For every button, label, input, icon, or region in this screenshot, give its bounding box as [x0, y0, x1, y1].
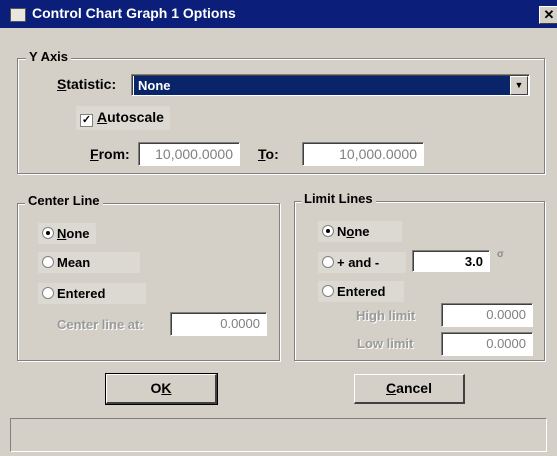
high-limit-field[interactable]: 0.0000 [441, 303, 533, 327]
statistic-label: Statistic: [57, 76, 117, 92]
cancel-button[interactable]: Cancel [354, 374, 465, 404]
radio-icon [42, 287, 54, 299]
center-line-at-field[interactable]: 0.0000 [170, 312, 267, 336]
ok-button[interactable]: OK [105, 373, 218, 405]
checkbox-icon: ✓ [80, 114, 93, 127]
statistic-value: None [134, 76, 512, 95]
dropdown-arrow-icon[interactable]: ▼ [510, 76, 528, 95]
to-field[interactable]: 10,000.0000 [302, 142, 424, 166]
center-line-at-label: Center line at: [57, 317, 144, 332]
sigma-field[interactable]: 3.0 [412, 250, 490, 272]
center-line-mean-radio[interactable]: Mean [38, 252, 140, 273]
low-limit-label: Low limit [357, 336, 414, 351]
center-line-none-radio[interactable]: None [38, 223, 96, 244]
radio-icon [322, 285, 334, 297]
close-icon[interactable]: ✕ [539, 6, 557, 24]
limit-lines-plus-minus-radio[interactable]: + and - [318, 252, 406, 273]
center-line-group-label: Center Line [25, 193, 103, 208]
radio-icon [322, 225, 334, 237]
from-field[interactable]: 10,000.0000 [138, 142, 240, 166]
limit-lines-group-label: Limit Lines [301, 191, 376, 206]
radio-icon [42, 256, 54, 268]
radio-icon [42, 227, 54, 239]
status-bar [10, 418, 547, 452]
title-bar: Control Chart Graph 1 Options ✕ [0, 0, 557, 28]
center-line-entered-radio[interactable]: Entered [38, 283, 146, 304]
limit-lines-none-radio[interactable]: None [318, 221, 402, 242]
to-label: To: [258, 146, 279, 162]
autoscale-checkbox[interactable]: ✓ Autoscale [76, 106, 170, 130]
limit-lines-entered-radio[interactable]: Entered [318, 281, 404, 302]
from-label: From: [90, 146, 130, 162]
y-axis-group-label: Y Axis [26, 49, 72, 64]
sigma-symbol: σ [497, 249, 504, 260]
radio-icon [322, 256, 334, 268]
statistic-dropdown[interactable]: None ▼ [131, 74, 530, 96]
high-limit-label: High limit [356, 308, 416, 323]
app-icon [10, 8, 26, 22]
low-limit-field[interactable]: 0.0000 [441, 332, 533, 356]
window-title: Control Chart Graph 1 Options [32, 5, 236, 21]
